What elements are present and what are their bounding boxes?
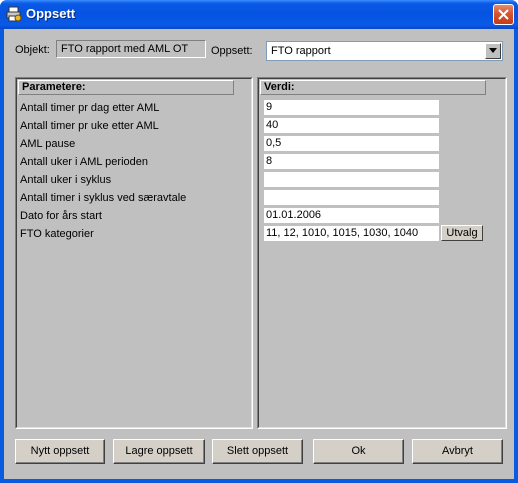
value-field[interactable]: 0,5: [264, 136, 439, 151]
oppsett-selected-value: FTO rapport: [271, 45, 331, 57]
value-field[interactable]: 11, 12, 1010, 1015, 1030, 1040: [264, 226, 439, 241]
param-label: AML pause: [20, 138, 76, 150]
printer-settings-icon: [6, 6, 22, 22]
title-bar[interactable]: Oppsett: [0, 0, 518, 29]
value-field[interactable]: [264, 172, 439, 187]
values-header: Verdi:: [260, 80, 486, 95]
objekt-field: FTO rapport med AML OT: [56, 40, 206, 58]
oppsett-dropdown-button[interactable]: [485, 43, 501, 59]
parameters-header: Parametere:: [18, 80, 234, 95]
param-label: FTO kategorier: [20, 228, 94, 240]
oppsett-select[interactable]: FTO rapport: [266, 41, 503, 61]
param-label: Antall uker i syklus: [20, 174, 112, 186]
window-title: Oppsett: [26, 6, 76, 21]
chevron-down-icon: [489, 48, 497, 53]
new-setup-button[interactable]: Nytt oppsett: [15, 439, 105, 464]
close-icon: [498, 9, 509, 20]
param-label: Antall uker i AML perioden: [20, 156, 148, 168]
value-field[interactable]: [264, 190, 439, 205]
param-label: Antall timer pr dag etter AML: [20, 102, 160, 114]
param-label: Dato for års start: [20, 210, 102, 222]
oppsett-label: Oppsett:: [211, 45, 253, 57]
cancel-button[interactable]: Avbryt: [412, 439, 503, 464]
objekt-label: Objekt:: [15, 44, 50, 56]
value-field[interactable]: 8: [264, 154, 439, 169]
oppsett-dialog: Oppsett Objekt: FTO rapport med AML OT O…: [0, 0, 518, 483]
save-setup-button[interactable]: Lagre oppsett: [113, 439, 205, 464]
param-label: Antall timer pr uke etter AML: [20, 120, 159, 132]
ok-button[interactable]: Ok: [313, 439, 404, 464]
value-field[interactable]: 40: [264, 118, 439, 133]
utvalg-button[interactable]: Utvalg: [441, 225, 483, 241]
delete-setup-button[interactable]: Slett oppsett: [212, 439, 303, 464]
dialog-body: Objekt: FTO rapport med AML OT Oppsett: …: [4, 29, 514, 479]
value-field[interactable]: 9: [264, 100, 439, 115]
value-field[interactable]: 01.01.2006: [264, 208, 439, 223]
param-label: Antall timer i syklus ved særavtale: [20, 192, 187, 204]
close-button[interactable]: [493, 4, 514, 25]
